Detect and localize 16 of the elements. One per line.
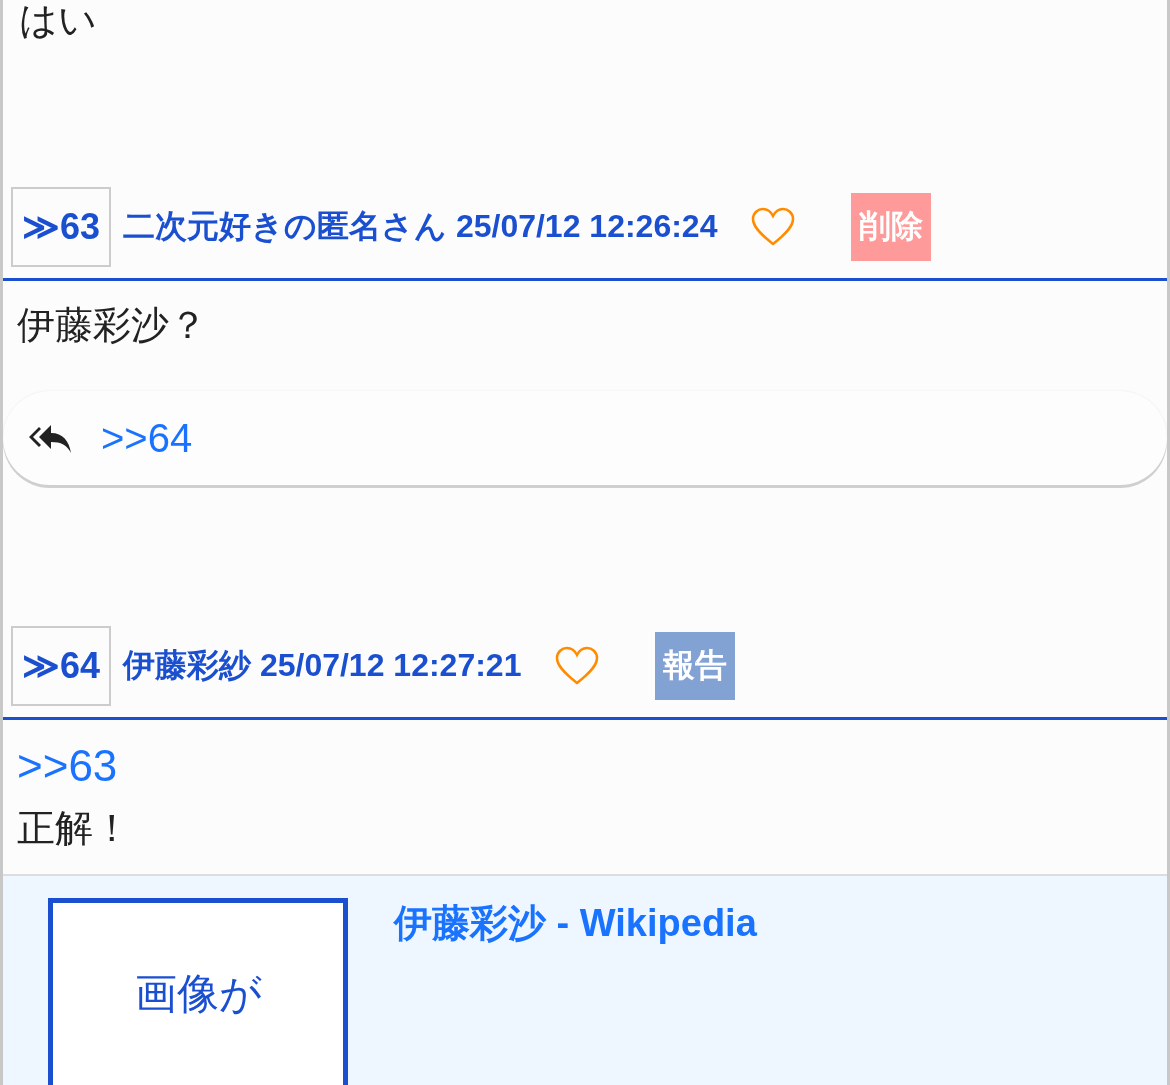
- post-number-link[interactable]: ≫63: [11, 187, 111, 267]
- post-number-link[interactable]: ≫64: [11, 626, 111, 706]
- post-author-date: 伊藤彩紗 25/07/12 12:27:21: [123, 646, 522, 685]
- post-author-date: 二次元好きの匿名さん 25/07/12 12:26:24: [123, 207, 718, 246]
- heart-icon[interactable]: [751, 207, 796, 247]
- heart-icon[interactable]: [555, 646, 600, 686]
- post-text: 伊藤彩沙？: [17, 302, 208, 349]
- reply-anchor-link[interactable]: >>63: [17, 738, 118, 794]
- link-title[interactable]: 伊藤彩沙 - Wikipedia: [394, 898, 757, 949]
- report-button[interactable]: 報告: [655, 632, 736, 700]
- reply-all-icon[interactable]: [27, 423, 71, 453]
- reply-anchor-link[interactable]: >>64: [101, 415, 193, 461]
- thumbnail-text: 画像が: [134, 969, 262, 1019]
- post-text: はい: [19, 0, 98, 44]
- link-card[interactable]: 画像が 伊藤彩沙 - Wikipedia: [3, 874, 1167, 1085]
- post-text: 正解！: [17, 805, 132, 852]
